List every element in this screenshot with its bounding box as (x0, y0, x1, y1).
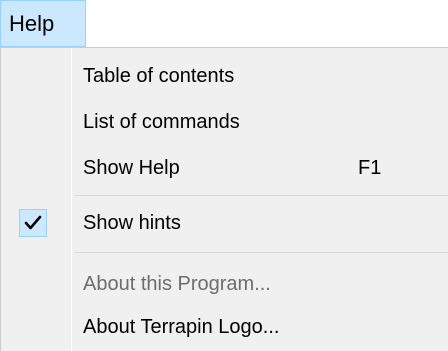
menu-item-show-hints[interactable]: Show hints (1, 200, 448, 246)
menu-item-list-of-commands[interactable]: List of commands (1, 99, 448, 145)
menu-item-label: Table of contents (83, 65, 235, 87)
menu-item-show-help[interactable]: Show Help F1 (1, 145, 448, 191)
menu-item-about-terrapin-logo[interactable]: About Terrapin Logo... (1, 304, 448, 350)
help-menu[interactable]: Help (0, 0, 86, 47)
checked-indicator (19, 209, 47, 237)
help-menu-label: Help (9, 11, 55, 36)
menu-item-label: About Terrapin Logo... (83, 316, 280, 338)
menu-item-about-this-program: About this Program... (1, 261, 448, 307)
menu-item-shortcut: F1 (358, 157, 382, 179)
menu-item-label: Show hints (83, 212, 181, 234)
checkmark-icon (24, 215, 42, 230)
menu-item-label: Show Help (83, 157, 180, 179)
menu-separator (75, 252, 448, 253)
menu-separator (75, 195, 448, 196)
menu-item-table-of-contents[interactable]: Table of contents (1, 53, 448, 99)
menu-bar: Help (0, 0, 448, 47)
menu-item-label: About this Program... (83, 273, 271, 295)
menu-item-label: List of commands (83, 111, 240, 133)
help-dropdown-menu: Table of contents List of commands Show … (0, 47, 448, 351)
